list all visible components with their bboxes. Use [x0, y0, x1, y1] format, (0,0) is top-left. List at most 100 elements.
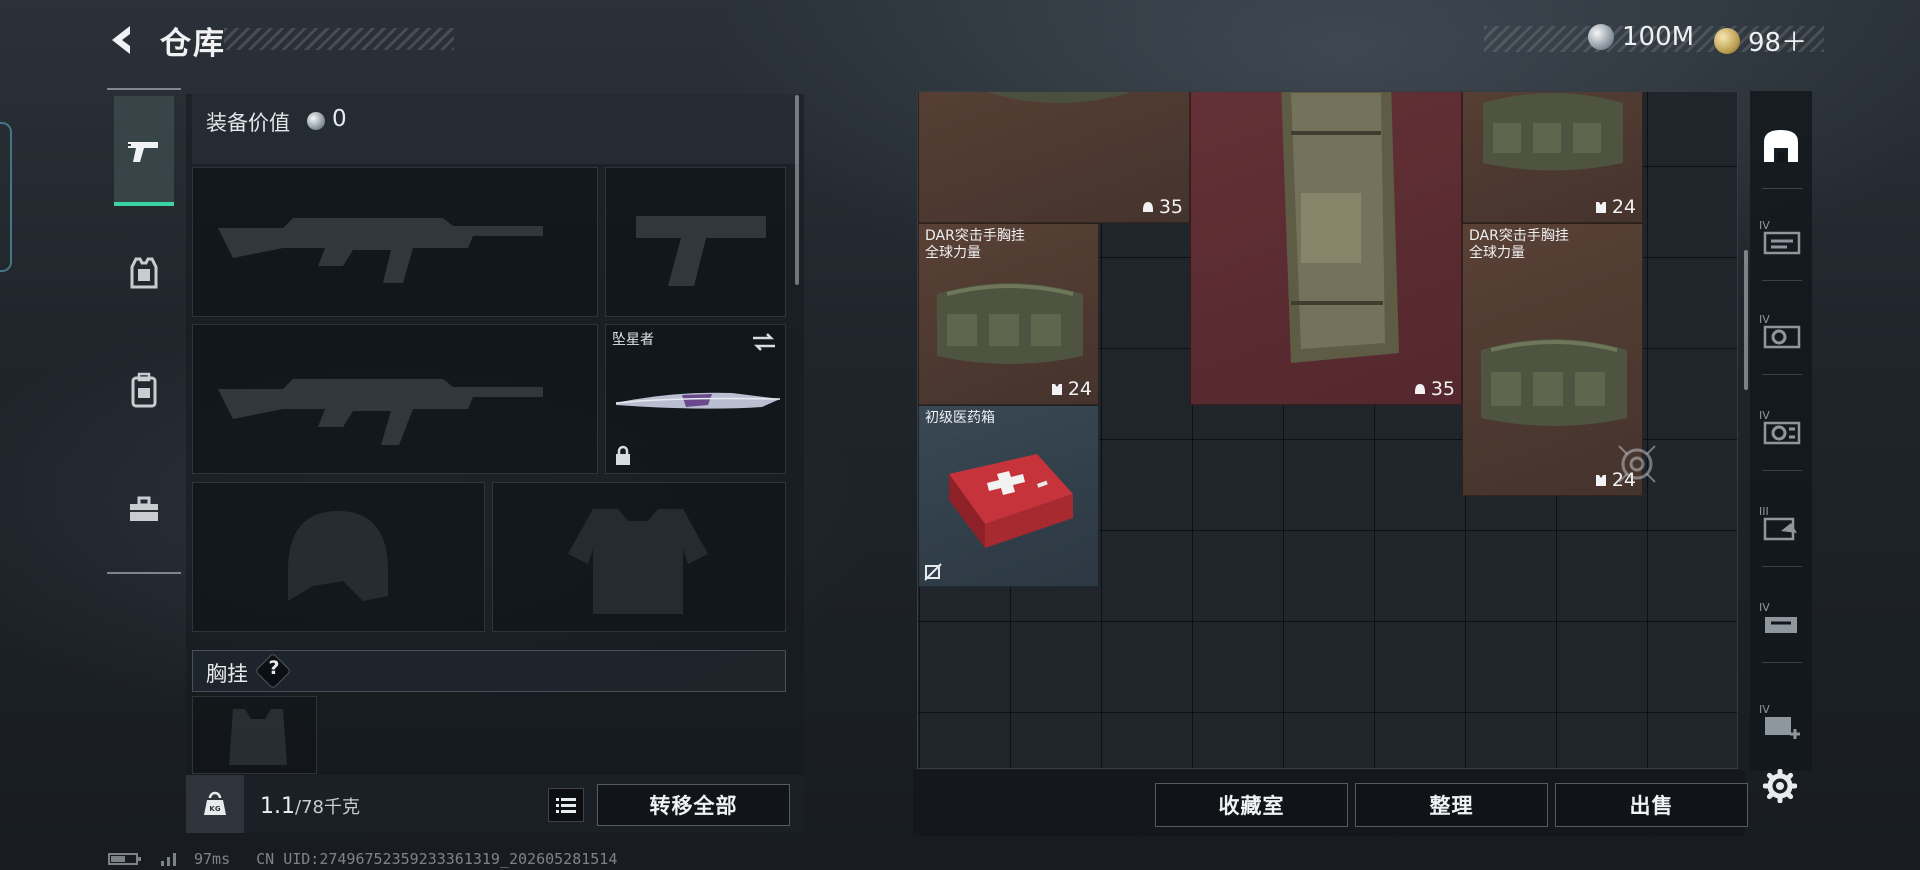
stash-grid[interactable]: 35 35 24 DAR突击手胸挂 全球力量 24 DAR突击手胸挂 全球力量 …: [917, 91, 1738, 769]
list-icon: [556, 798, 576, 813]
stash-scrollbar[interactable]: [1744, 250, 1748, 390]
stash-item[interactable]: 35: [1190, 92, 1462, 405]
status-strip: 97ms CN UID:27496752359233361319_2026052…: [108, 850, 617, 868]
stash-item[interactable]: 24: [1462, 92, 1643, 223]
carry-weight: 1.1/78千克: [260, 793, 360, 819]
carry-weight-max: /78千克: [295, 797, 360, 818]
equipment-scrollbar[interactable]: [795, 95, 799, 285]
ping-value: 97ms: [194, 850, 231, 868]
category-tab-medical[interactable]: III: [1754, 488, 1808, 558]
sidearm-slot[interactable]: [605, 167, 786, 317]
chest-rig-slot[interactable]: [192, 696, 317, 774]
armor-vest-icon: [1595, 202, 1606, 213]
silver-amount: 100M: [1622, 22, 1695, 52]
knife-icon: [615, 392, 781, 409]
svg-text:IV: IV: [1759, 313, 1770, 326]
category-divider: [1762, 374, 1802, 375]
category-divider: [1762, 280, 1802, 281]
svg-text:IV: IV: [1759, 219, 1770, 232]
currency-gold[interactable]: 98＋: [1714, 22, 1807, 59]
silver-coin-icon: [307, 112, 325, 130]
equipment-value-label: 装备价值: [206, 111, 290, 135]
side-drawer-handle[interactable]: [0, 122, 12, 272]
category-tab-weapons[interactable]: IV: [1754, 202, 1808, 272]
category-tab-add[interactable]: IV: [1754, 686, 1808, 756]
category-divider: [1762, 470, 1802, 471]
carry-weight-current: 1.1: [260, 794, 295, 819]
weight-icon: KG: [204, 791, 226, 815]
tabs-divider-top: [107, 88, 181, 90]
secondary-weapon-slot[interactable]: [192, 324, 598, 474]
weight-icon-box: KG: [186, 775, 244, 833]
stash-item[interactable]: 35: [918, 92, 1190, 223]
item-badge-value: 24: [1611, 196, 1636, 218]
category-tab-misc[interactable]: IV: [1754, 584, 1808, 654]
silver-coin-icon: [1588, 24, 1614, 50]
rifle-silhouette-icon: [218, 218, 543, 283]
sell-button[interactable]: 出售: [1555, 783, 1748, 827]
stash-misc-icon: IV: [1759, 601, 1797, 633]
settings-button[interactable]: [1760, 766, 1800, 806]
swap-icon[interactable]: [751, 331, 777, 353]
helmet-item-icon: [989, 92, 1129, 103]
collection-room-button[interactable]: 收藏室: [1155, 783, 1348, 827]
body-armor-slot[interactable]: [492, 482, 786, 632]
melee-slot[interactable]: 坠星者: [605, 324, 786, 474]
stash-item[interactable]: 初级医药箱: [918, 405, 1099, 587]
chest-rig-label: 胸挂: [206, 662, 248, 686]
helmet-slot[interactable]: [192, 482, 485, 632]
tab-active-indicator: [114, 202, 174, 206]
tab-armor[interactable]: [114, 218, 174, 328]
rifle-case-icon: [1281, 92, 1399, 363]
help-icon: ?: [268, 657, 280, 679]
item-badge: 24: [1594, 196, 1636, 218]
chest-rig-item-icon: [1481, 339, 1627, 426]
crosshair-icon: [1618, 445, 1656, 483]
item-badge-value: 24: [1067, 378, 1092, 400]
item-name: 初级医药箱: [925, 410, 995, 426]
stash-home-icon: [1764, 130, 1798, 162]
transfer-all-button[interactable]: 转移全部: [597, 784, 790, 826]
armor-vest-icon: [1595, 475, 1606, 486]
item-name: DAR突击手胸挂 全球力量: [925, 228, 1025, 261]
item-name: DAR突击手胸挂 全球力量: [1469, 228, 1569, 261]
user-uid: CN UID:27496752359233361319_202605281514: [256, 850, 618, 868]
svg-text:III: III: [1759, 505, 1769, 518]
tab-tools[interactable]: [114, 455, 174, 565]
back-button[interactable]: [104, 22, 140, 58]
medkit-item-icon: [949, 454, 1073, 548]
svg-text:IV: IV: [1759, 409, 1770, 422]
back-arrow-icon: [112, 26, 130, 54]
armor-silhouette-icon: [568, 509, 708, 614]
equipment-value: 0: [332, 106, 347, 132]
armor-vest-icon: [1051, 384, 1062, 395]
rifle-silhouette-icon: [218, 379, 543, 445]
lock-icon: [616, 445, 630, 465]
svg-text:KG: KG: [209, 805, 220, 813]
stash-gear-icon: IV: [1759, 409, 1801, 445]
tab-weapons[interactable]: [114, 96, 174, 206]
backpack-icon: [131, 372, 157, 408]
tab-backpack[interactable]: [114, 335, 174, 445]
category-tab-gear[interactable]: IV: [1754, 392, 1808, 462]
category-divider: [1762, 566, 1802, 567]
item-badge: 35: [1141, 196, 1183, 218]
page-title: 仓库: [160, 26, 226, 62]
category-tab-home[interactable]: [1754, 110, 1808, 180]
primary-weapon-slot[interactable]: [192, 167, 598, 317]
sort-button[interactable]: 整理: [1355, 783, 1548, 827]
list-view-button[interactable]: [548, 788, 584, 822]
item-badge-value: 35: [1158, 196, 1183, 218]
category-tab-ammo[interactable]: IV: [1754, 296, 1808, 366]
pistol-silhouette-icon: [636, 216, 766, 286]
tabs-divider-bottom: [107, 572, 181, 574]
helmet-silhouette-icon: [288, 511, 388, 601]
svg-text:IV: IV: [1759, 703, 1770, 716]
currency-silver: 100M: [1588, 22, 1694, 52]
item-badge: 35: [1413, 378, 1455, 400]
stash-medical-icon: III: [1759, 505, 1797, 541]
title-decoration: [224, 28, 454, 50]
stash-item[interactable]: DAR突击手胸挂 全球力量 24: [918, 223, 1099, 405]
stash-weapons-icon: IV: [1759, 219, 1801, 255]
chest-rig-item-icon: [937, 283, 1083, 364]
